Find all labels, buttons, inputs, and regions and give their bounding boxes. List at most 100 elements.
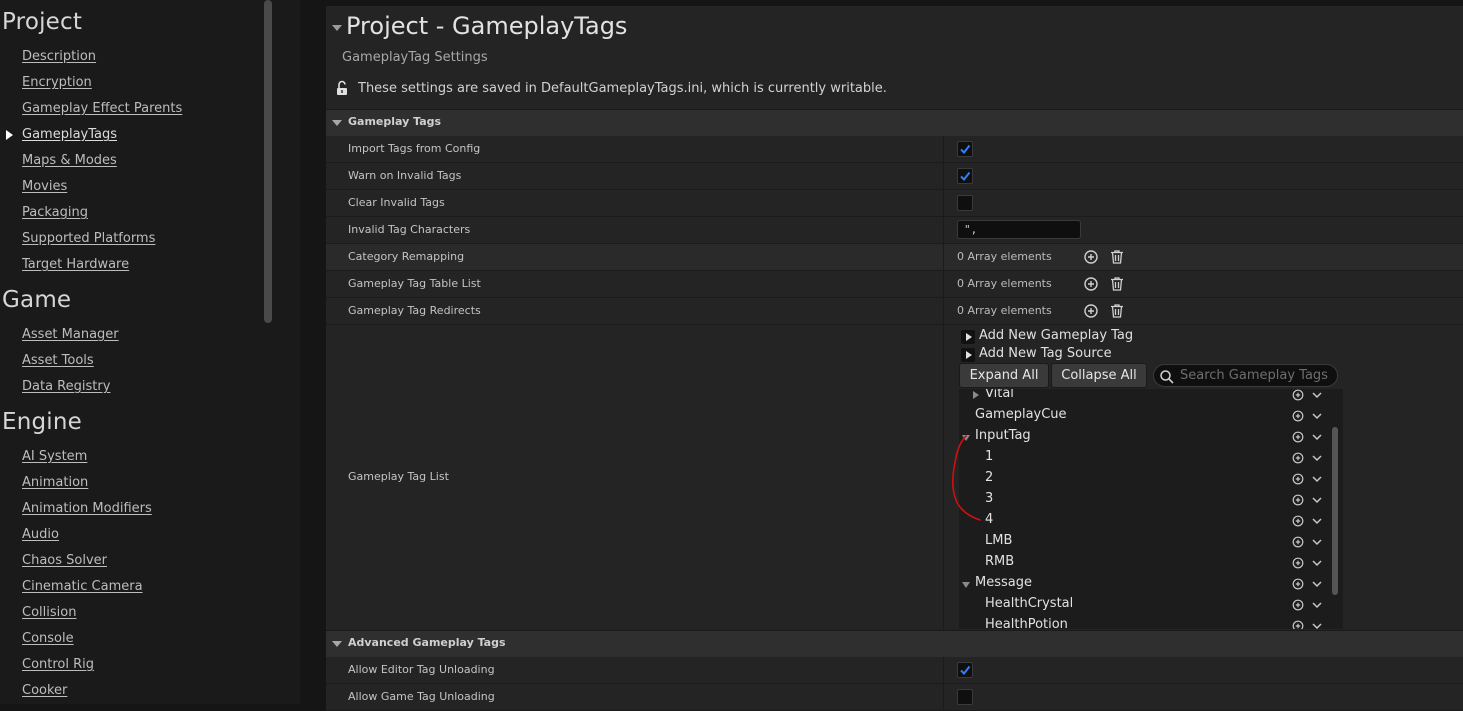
column-divider[interactable] <box>943 271 944 297</box>
category-label: Advanced Gameplay Tags <box>348 636 506 649</box>
allow-editor-unloading-checkbox[interactable] <box>957 662 973 678</box>
chevron-down-icon[interactable] <box>1311 495 1323 505</box>
sidebar-item-animation[interactable]: Animation <box>22 475 88 490</box>
sidebar-item-data-registry[interactable]: Data Registry <box>22 379 110 394</box>
add-subtag-icon[interactable] <box>1292 515 1304 527</box>
sidebar-item-control-rig[interactable]: Control Rig <box>22 657 94 672</box>
sidebar-item-supported-platforms[interactable]: Supported Platforms <box>22 231 155 246</box>
column-divider[interactable] <box>943 657 944 683</box>
search-input[interactable] <box>1180 367 1330 384</box>
add-subtag-icon[interactable] <box>1292 473 1304 485</box>
sidebar-item-collision[interactable]: Collision <box>22 605 76 620</box>
tag-tree-row[interactable]: HealthPotion <box>959 615 1329 629</box>
chevron-down-icon[interactable] <box>1311 558 1323 568</box>
tag-tree-row[interactable]: GameplayCue <box>959 405 1329 426</box>
category-advanced-gameplay-tags[interactable]: Advanced Gameplay Tags <box>326 630 1463 658</box>
sidebar-item-encryption[interactable]: Encryption <box>22 75 92 90</box>
sidebar-item-gameplaytags[interactable]: GameplayTags <box>22 127 117 142</box>
tag-tree-row[interactable]: 4 <box>959 510 1329 531</box>
expand-arrow-icon[interactable] <box>973 391 979 399</box>
chevron-down-icon[interactable] <box>1311 621 1323 629</box>
sidebar-item-animation-modifiers[interactable]: Animation Modifiers <box>22 501 152 516</box>
sidebar-scrollbar[interactable] <box>264 0 272 323</box>
category-gameplay-tags[interactable]: Gameplay Tags <box>326 109 1463 137</box>
add-element-icon[interactable] <box>1083 249 1099 265</box>
add-subtag-icon[interactable] <box>1292 410 1304 422</box>
column-divider[interactable] <box>943 684 944 710</box>
chevron-down-icon[interactable] <box>1311 453 1323 463</box>
column-divider[interactable] <box>943 163 944 189</box>
sidebar-item-chaos-solver[interactable]: Chaos Solver <box>22 553 107 568</box>
delete-all-trash-icon[interactable] <box>1109 249 1125 265</box>
import-tags-checkbox[interactable] <box>957 141 973 157</box>
add-subtag-icon[interactable] <box>1292 431 1304 443</box>
settings-sidebar: Project Description Encryption Gameplay … <box>0 0 300 704</box>
sidebar-item-cooker[interactable]: Cooker <box>22 683 67 698</box>
clear-invalid-tags-checkbox[interactable] <box>957 195 973 211</box>
tag-tree-scrollbar[interactable] <box>1332 427 1338 595</box>
add-subtag-icon[interactable] <box>1292 452 1304 464</box>
delete-all-trash-icon[interactable] <box>1109 303 1125 319</box>
category-collapse-arrow-icon[interactable] <box>332 641 342 647</box>
column-divider[interactable] <box>943 244 944 270</box>
add-subtag-icon[interactable] <box>1292 557 1304 569</box>
column-divider[interactable] <box>943 136 944 162</box>
tag-tree-row[interactable]: LMB <box>959 531 1329 552</box>
tag-tree-row[interactable]: Vital <box>959 389 1329 405</box>
column-divider[interactable] <box>943 325 944 630</box>
expand-arrow-icon[interactable] <box>961 348 975 362</box>
tag-tree-row[interactable]: 1 <box>959 447 1329 468</box>
tag-tree-row[interactable]: Message <box>959 573 1329 594</box>
chevron-down-icon[interactable] <box>1311 537 1323 547</box>
chevron-down-icon[interactable] <box>1311 432 1323 442</box>
add-subtag-icon[interactable] <box>1292 578 1304 590</box>
column-divider[interactable] <box>943 190 944 216</box>
search-icon <box>1160 370 1174 384</box>
sidebar-item-description[interactable]: Description <box>22 49 96 64</box>
allow-game-unloading-checkbox[interactable] <box>957 689 973 705</box>
chevron-down-icon[interactable] <box>1311 411 1323 421</box>
sidebar-item-gameplay-effect-parents[interactable]: Gameplay Effect Parents <box>22 101 182 116</box>
sidebar-item-maps-modes[interactable]: Maps & Modes <box>22 153 117 168</box>
sidebar-item-console[interactable]: Console <box>22 631 74 646</box>
sidebar-item-asset-manager[interactable]: Asset Manager <box>22 327 119 342</box>
sidebar-item-cinematic-camera[interactable]: Cinematic Camera <box>22 579 143 594</box>
expand-all-button[interactable]: Expand All <box>959 363 1049 388</box>
sidebar-item-audio[interactable]: Audio <box>22 527 59 542</box>
chevron-down-icon[interactable] <box>1311 390 1323 400</box>
sidebar-item-movies[interactable]: Movies <box>22 179 67 194</box>
chevron-down-icon[interactable] <box>1311 474 1323 484</box>
expand-arrow-icon[interactable] <box>961 330 975 344</box>
sidebar-item-target-hardware[interactable]: Target Hardware <box>22 257 129 272</box>
tag-tree-row[interactable]: 3 <box>959 489 1329 510</box>
add-element-icon[interactable] <box>1083 303 1099 319</box>
sidebar-item-packaging[interactable]: Packaging <box>22 205 88 220</box>
add-subtag-icon[interactable] <box>1292 389 1304 401</box>
collapse-arrow-icon[interactable] <box>962 582 970 588</box>
column-divider[interactable] <box>943 298 944 324</box>
add-subtag-icon[interactable] <box>1292 620 1304 629</box>
add-element-icon[interactable] <box>1083 276 1099 292</box>
add-new-tag-source-toggle[interactable]: Add New Tag Source <box>979 346 1112 361</box>
delete-all-trash-icon[interactable] <box>1109 276 1125 292</box>
column-divider[interactable] <box>943 217 944 243</box>
add-subtag-icon[interactable] <box>1292 536 1304 548</box>
collapse-all-button[interactable]: Collapse All <box>1051 363 1147 388</box>
tag-tree-row[interactable]: HealthCrystal <box>959 594 1329 615</box>
chevron-down-icon[interactable] <box>1311 516 1323 526</box>
add-new-gameplay-tag-toggle[interactable]: Add New Gameplay Tag <box>979 328 1133 343</box>
invalid-tag-characters-input[interactable] <box>957 220 1081 239</box>
search-gameplay-tags-field[interactable] <box>1153 364 1338 387</box>
tag-tree-row[interactable]: InputTag <box>959 426 1329 447</box>
collapse-page-arrow-icon[interactable] <box>332 25 342 31</box>
sidebar-item-asset-tools[interactable]: Asset Tools <box>22 353 94 368</box>
tag-tree-row[interactable]: 2 <box>959 468 1329 489</box>
category-collapse-arrow-icon[interactable] <box>332 120 342 126</box>
add-subtag-icon[interactable] <box>1292 599 1304 611</box>
warn-invalid-tags-checkbox[interactable] <box>957 168 973 184</box>
chevron-down-icon[interactable] <box>1311 579 1323 589</box>
tag-tree-row[interactable]: RMB <box>959 552 1329 573</box>
chevron-down-icon[interactable] <box>1311 600 1323 610</box>
add-subtag-icon[interactable] <box>1292 494 1304 506</box>
sidebar-item-ai-system[interactable]: AI System <box>22 449 87 464</box>
